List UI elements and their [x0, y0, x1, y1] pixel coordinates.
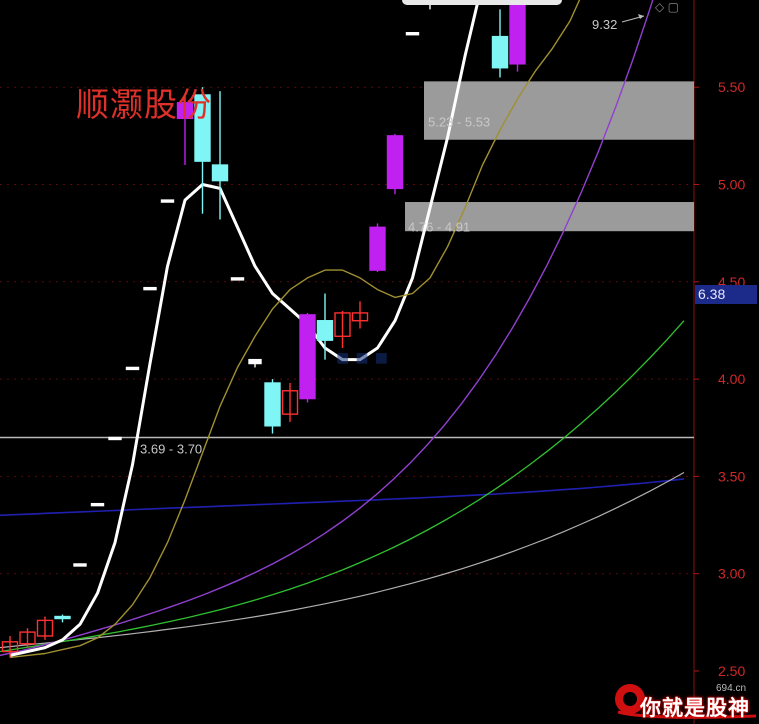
zone-label: 4.76 - 4.91 [408, 220, 470, 235]
candle-body [125, 366, 140, 371]
candle [108, 436, 122, 441]
window-icons[interactable]: ◇ ▢ [655, 0, 679, 14]
support-zone-band [424, 81, 694, 140]
candle-body [491, 35, 509, 69]
candle-body [509, 0, 526, 65]
candle-body [160, 199, 175, 203]
candle [334, 310, 351, 348]
candle [509, 0, 526, 72]
ma120-line [0, 478, 685, 517]
candle-body [369, 226, 386, 271]
candle [125, 366, 140, 371]
candle-body [230, 277, 245, 281]
faint-watermark: ■ ■ ■ [336, 345, 389, 370]
candle-body [264, 382, 281, 427]
candle [230, 277, 245, 281]
candle-body [248, 358, 262, 365]
y-tick-label: 4.00 [718, 371, 745, 387]
candle-body [211, 164, 229, 182]
peak-price-label: 9.32 [592, 17, 618, 32]
candle [351, 301, 369, 329]
candle [248, 358, 262, 368]
y-tick-label: 3.50 [718, 468, 745, 484]
ma250-line [0, 471, 685, 649]
candle [36, 616, 54, 640]
candle [90, 502, 105, 507]
candle-body [405, 32, 420, 36]
zone-label: 3.69 - 3.70 [140, 441, 202, 456]
candle [491, 9, 509, 78]
candle [143, 286, 157, 291]
y-axis: 9.008.508.007.507.006.506.005.505.004.50… [694, 79, 745, 679]
candle [369, 223, 386, 273]
candle-body [386, 135, 404, 190]
candle-body [108, 436, 122, 441]
candle-body [316, 320, 334, 341]
zone-label: 5.23 - 5.53 [428, 115, 490, 130]
candle-body [90, 502, 105, 507]
candle-body [73, 563, 87, 567]
candle-body [299, 314, 316, 400]
y-tick-label: 5.50 [718, 79, 745, 95]
last-price-marker: 6.38 [695, 285, 757, 304]
top-tab[interactable] [402, 0, 562, 5]
peak-arrowhead [638, 14, 644, 19]
candle [299, 312, 316, 403]
logo-domain: 694.cn [716, 683, 747, 694]
candle [264, 379, 281, 434]
candle [386, 133, 404, 195]
stock-title: 顺灏股份 [76, 85, 212, 124]
candle [281, 382, 299, 422]
logo-text: 你就是股神 [640, 696, 750, 720]
zone-labels: 3.69 - 3.70 4.76 - 4.91 5.23 - 5.53 [140, 14, 645, 456]
candle-body [143, 286, 157, 291]
y-tick-label: 3.00 [718, 566, 745, 582]
support-zones [0, 81, 694, 439]
candle-body [54, 615, 71, 620]
candle [405, 32, 420, 36]
candle [54, 614, 71, 623]
y-tick-label: 5.00 [718, 177, 745, 193]
candle [160, 199, 175, 203]
candle [73, 563, 87, 567]
